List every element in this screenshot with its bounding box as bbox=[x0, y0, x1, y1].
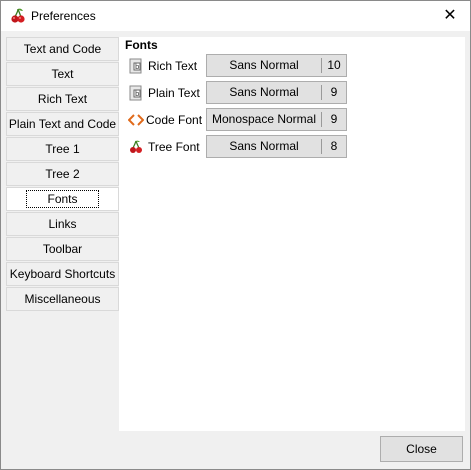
font-size: 9 bbox=[330, 112, 338, 126]
font-row-code-font: Code Font Monospace Normal 9 bbox=[127, 108, 458, 132]
sidebar-item-label: Rich Text bbox=[37, 92, 88, 106]
plain-text-icon: b bbox=[128, 85, 144, 101]
preferences-window: Preferences ✕ Text and Code Text Rich Te… bbox=[0, 0, 471, 470]
sidebar-item-label: Text bbox=[51, 67, 74, 81]
sidebar-item-label: Fonts bbox=[26, 190, 99, 208]
section-title: Fonts bbox=[125, 38, 158, 52]
font-row-rich-text: b Rich Text Sans Normal 10 bbox=[128, 54, 458, 78]
sidebar-item-fonts[interactable]: Fonts bbox=[6, 187, 119, 211]
sidebar-item-label: Tree 1 bbox=[45, 142, 80, 156]
tree-font-button[interactable]: Sans Normal 8 bbox=[206, 135, 347, 158]
font-row-tree-font: Tree Font Sans Normal 8 bbox=[128, 135, 458, 159]
font-name: Sans Normal bbox=[229, 85, 299, 99]
dialog-content: Text and Code Text Rich Text Plain Text … bbox=[1, 31, 470, 469]
code-icon bbox=[127, 112, 145, 128]
sidebar-item-label: Toolbar bbox=[42, 242, 83, 256]
font-row-label: Tree Font bbox=[148, 140, 200, 154]
plain-text-font-button[interactable]: Sans Normal 9 bbox=[206, 81, 347, 104]
sidebar-item-plain-text-and-code[interactable]: Plain Text and Code bbox=[6, 112, 119, 136]
sidebar-item-label: Plain Text and Code bbox=[8, 117, 117, 131]
window-title: Preferences bbox=[31, 9, 96, 23]
sidebar-item-links[interactable]: Links bbox=[6, 212, 119, 236]
sidebar-item-tree-1[interactable]: Tree 1 bbox=[6, 137, 119, 161]
font-size: 9 bbox=[330, 85, 338, 99]
preferences-sidebar: Text and Code Text Rich Text Plain Text … bbox=[6, 37, 119, 313]
cherry-icon bbox=[10, 8, 26, 24]
fonts-panel: Fonts b Rich Text Sans Normal 10 b Plain… bbox=[119, 37, 465, 431]
font-name: Monospace Normal bbox=[211, 112, 317, 126]
cherry-icon bbox=[128, 139, 144, 155]
sidebar-item-label: Text and Code bbox=[23, 42, 102, 56]
font-row-label: Plain Text bbox=[148, 86, 200, 100]
font-row-label: Code Font bbox=[146, 113, 203, 127]
sidebar-item-label: Links bbox=[48, 217, 77, 231]
font-size: 10 bbox=[327, 58, 341, 72]
close-icon[interactable]: ✕ bbox=[439, 6, 461, 26]
font-name: Sans Normal bbox=[229, 139, 299, 153]
font-name: Sans Normal bbox=[229, 58, 299, 72]
code-font-button[interactable]: Monospace Normal 9 bbox=[206, 108, 347, 131]
close-button[interactable]: Close bbox=[380, 436, 463, 462]
sidebar-item-keyboard-shortcuts[interactable]: Keyboard Shortcuts bbox=[6, 262, 119, 286]
font-size: 8 bbox=[330, 139, 338, 153]
title-bar: Preferences ✕ bbox=[1, 1, 470, 31]
rich-text-icon: b bbox=[128, 58, 144, 74]
sidebar-item-rich-text[interactable]: Rich Text bbox=[6, 87, 119, 111]
sidebar-item-text-and-code[interactable]: Text and Code bbox=[6, 37, 119, 61]
rich-text-font-button[interactable]: Sans Normal 10 bbox=[206, 54, 347, 77]
sidebar-item-text[interactable]: Text bbox=[6, 62, 119, 86]
sidebar-item-label: Tree 2 bbox=[45, 167, 80, 181]
font-row-label: Rich Text bbox=[148, 59, 198, 73]
sidebar-item-toolbar[interactable]: Toolbar bbox=[6, 237, 119, 261]
sidebar-item-tree-2[interactable]: Tree 2 bbox=[6, 162, 119, 186]
svg-text:b: b bbox=[135, 63, 140, 71]
font-row-plain-text: b Plain Text Sans Normal 9 bbox=[128, 81, 458, 105]
svg-text:b: b bbox=[135, 90, 140, 98]
sidebar-item-label: Keyboard Shortcuts bbox=[9, 267, 116, 281]
sidebar-item-label: Miscellaneous bbox=[24, 292, 101, 306]
sidebar-item-miscellaneous[interactable]: Miscellaneous bbox=[6, 287, 119, 311]
